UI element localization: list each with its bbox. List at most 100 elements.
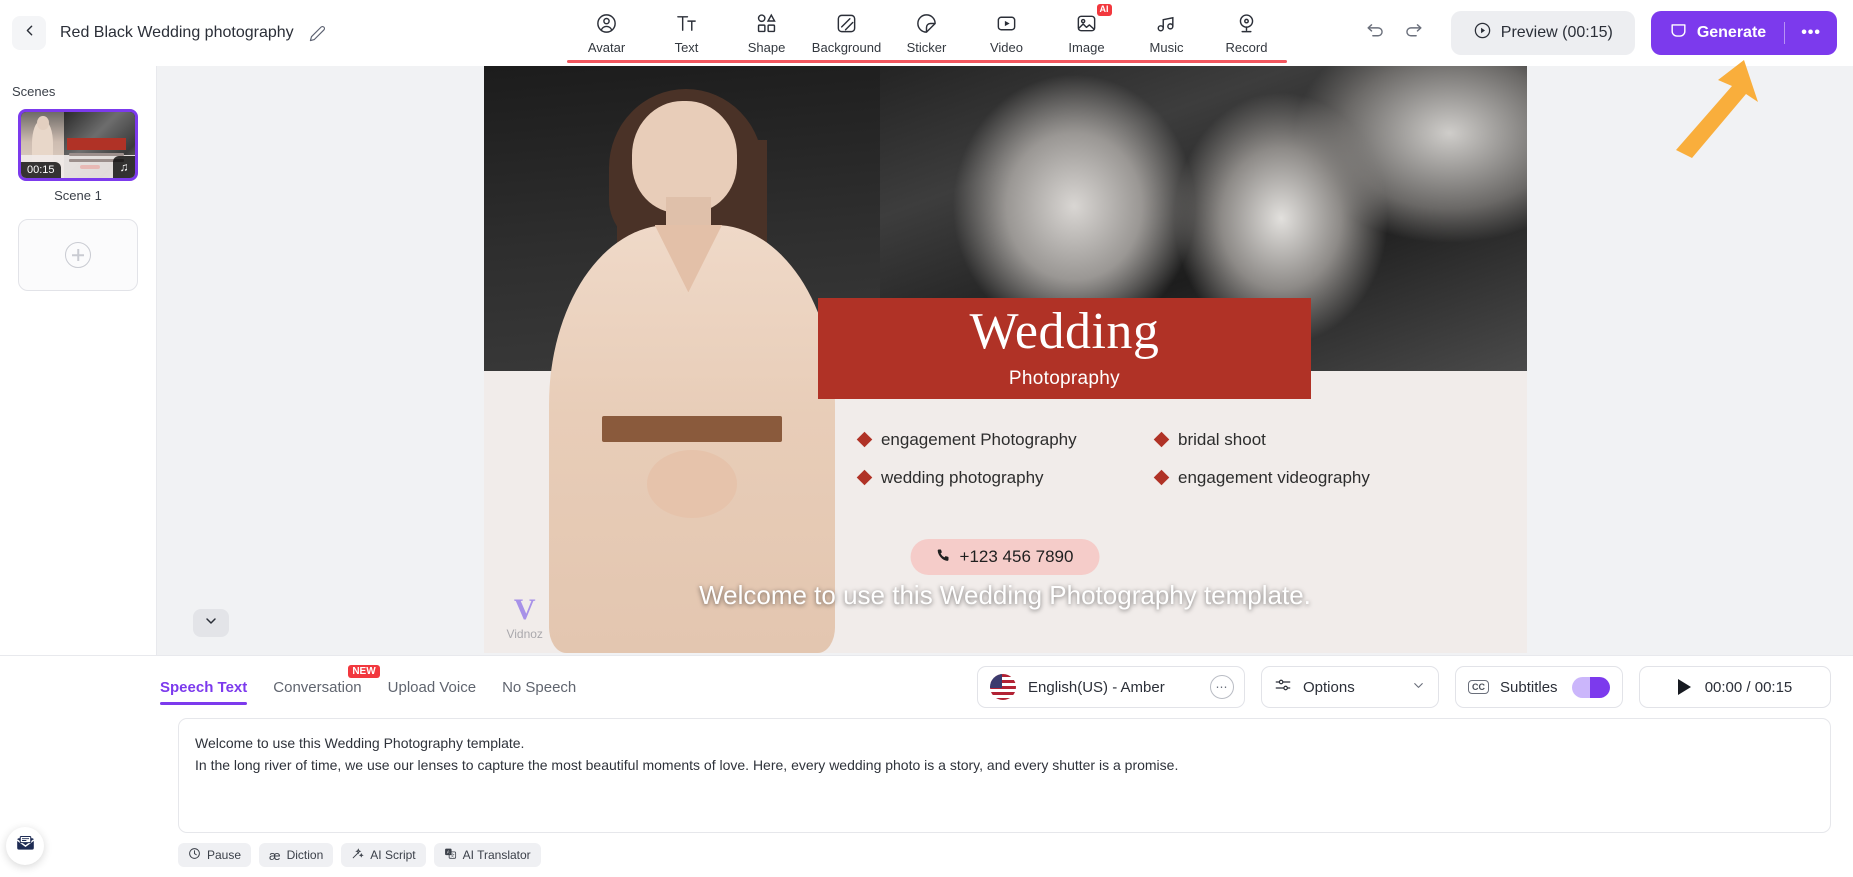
play-icon[interactable] <box>1677 679 1691 695</box>
tool-sticker[interactable]: Sticker <box>887 4 967 66</box>
video-canvas[interactable]: Wedding Photopraphy engagement Photograp… <box>483 66 1527 653</box>
scene-thumbnail-1[interactable]: 00:15 ♫ <box>18 109 138 181</box>
sliders-icon <box>1274 676 1292 698</box>
scenes-title: Scenes <box>12 84 56 99</box>
canvas-phone-number: +123 456 7890 <box>959 546 1074 566</box>
redo-button[interactable] <box>1395 14 1433 52</box>
service-label: engagement videography <box>1178 467 1370 487</box>
generate-main[interactable]: Generate <box>1651 11 1784 55</box>
subtitles-toggle-row[interactable]: CC Subtitles <box>1455 666 1623 708</box>
tool-label: Avatar <box>587 40 626 55</box>
chip-label: AI Translator <box>462 848 531 862</box>
watermark-label: Vidnoz <box>506 627 543 642</box>
speech-panel: Speech Text Conversation NEW Upload Voic… <box>0 655 1853 877</box>
page-title: Red Black Wedding photography <box>60 24 294 41</box>
service-item[interactable]: bridal shoot <box>1153 429 1443 450</box>
canvas-area: Wedding Photopraphy engagement Photograp… <box>157 66 1853 655</box>
canvas-phone-pill[interactable]: +123 456 7890 <box>910 538 1100 575</box>
phone-icon <box>937 547 951 567</box>
canvas-title-banner[interactable]: Wedding Photopraphy <box>818 297 1311 399</box>
vidnoz-logo-icon: V <box>513 593 536 627</box>
phonetic-icon: æ <box>269 847 281 863</box>
chip-label: Pause <box>207 848 242 862</box>
tool-shape[interactable]: Shape <box>727 4 807 66</box>
ai-script-chip[interactable]: AI Script <box>341 843 426 867</box>
svg-text:文: 文 <box>450 852 455 859</box>
chip-label: AI Script <box>370 848 416 862</box>
tool-label: Record <box>1225 40 1268 55</box>
vidnoz-watermark: V Vidnoz <box>506 593 543 642</box>
preview-button[interactable]: Preview (00:15) <box>1450 11 1635 55</box>
diamond-bullet-icon <box>1153 470 1170 486</box>
undo-icon <box>1365 20 1386 46</box>
more-dots-icon[interactable]: ⋯ <box>1210 675 1234 699</box>
sticker-icon <box>915 10 938 36</box>
service-label: bridal shoot <box>1178 429 1266 449</box>
service-item[interactable]: engagement videography <box>1153 467 1443 488</box>
undo-button[interactable] <box>1357 14 1395 52</box>
new-badge: NEW <box>348 664 380 678</box>
voice-selector[interactable]: English(US) - Amber ⋯ <box>977 666 1245 708</box>
tool-background[interactable]: Background <box>807 4 887 66</box>
tool-music[interactable]: Music <box>1127 4 1207 66</box>
magic-wand-icon <box>351 847 364 863</box>
tab-upload-voice[interactable]: Upload Voice <box>388 667 476 708</box>
pause-chip[interactable]: Pause <box>178 843 252 867</box>
options-label: Options <box>1303 678 1355 696</box>
record-icon <box>1235 10 1258 36</box>
voice-name-label: English(US) - Amber <box>1028 678 1165 696</box>
tool-record[interactable]: Record <box>1207 4 1287 66</box>
script-line-2: In the long river of time, we use our le… <box>195 756 1179 773</box>
service-item[interactable]: wedding photography <box>856 467 1146 488</box>
tab-label: Conversation <box>273 678 362 696</box>
service-item[interactable]: engagement Photography <box>856 430 1146 450</box>
generate-label: Generate <box>1696 24 1767 41</box>
avatar-icon <box>595 10 618 36</box>
canvas-subtitle: Welcome to use this Wedding Photography … <box>699 579 1311 610</box>
speech-panel-header: Speech Text Conversation NEW Upload Voic… <box>0 656 1853 718</box>
tools-active-underline <box>566 60 1287 63</box>
tool-label: Video <box>989 40 1023 55</box>
add-scene-button[interactable] <box>18 219 138 291</box>
scene-label-1: Scene 1 <box>54 188 102 203</box>
subtitles-toggle[interactable] <box>1572 676 1610 698</box>
diamond-bullet-icon <box>856 432 873 448</box>
options-dropdown[interactable]: Options <box>1261 666 1439 708</box>
top-bar: Red Black Wedding photography Avatar Tex… <box>0 0 1853 66</box>
feedback-button[interactable] <box>6 827 44 865</box>
tab-no-speech[interactable]: No Speech <box>502 667 576 708</box>
tool-bar: Avatar Text Shape Background Sticker Vid… <box>566 0 1287 66</box>
tool-video[interactable]: Video <box>967 4 1047 66</box>
canvas-banner-title: Wedding <box>969 303 1160 361</box>
scene-preview-banner <box>66 138 126 150</box>
tool-label: Shape <box>747 40 786 55</box>
generate-button[interactable]: Generate ••• <box>1650 11 1837 55</box>
back-button[interactable] <box>12 16 46 50</box>
playback-time: 00:00 / 00:15 <box>1704 678 1793 696</box>
tool-avatar[interactable]: Avatar <box>567 4 647 66</box>
clock-icon <box>188 847 201 863</box>
script-textarea[interactable]: Welcome to use this Wedding Photography … <box>178 718 1831 833</box>
chevron-left-icon <box>21 22 38 44</box>
app-root: Red Black Wedding photography Avatar Tex… <box>0 0 1853 877</box>
background-icon <box>835 10 858 36</box>
tool-text[interactable]: Text <box>647 4 727 66</box>
us-flag-icon <box>990 674 1016 700</box>
tool-label: Image <box>1068 40 1105 55</box>
collapse-panel-button[interactable] <box>193 609 229 637</box>
canvas-banner-subtitle: Photopraphy <box>1008 368 1120 390</box>
ai-translator-chip[interactable]: A文 AI Translator <box>433 843 541 867</box>
generate-more-button[interactable]: ••• <box>1785 11 1837 55</box>
diction-chip[interactable]: æ Diction <box>259 843 334 867</box>
tool-label: Sticker <box>906 40 947 55</box>
tab-speech-text[interactable]: Speech Text <box>160 667 248 708</box>
speech-panel-controls: English(US) - Amber ⋯ Options CC Subtitl… <box>977 666 1831 708</box>
tab-conversation[interactable]: Conversation NEW <box>273 664 380 708</box>
service-label: wedding photography <box>880 467 1044 487</box>
chip-label: Diction <box>286 848 324 862</box>
tab-label: Speech Text <box>160 678 248 696</box>
playback-control[interactable]: 00:00 / 00:15 <box>1639 666 1831 708</box>
pencil-icon[interactable] <box>308 23 328 43</box>
chevron-down-icon <box>203 613 219 634</box>
tool-image[interactable]: AI Image <box>1047 4 1127 66</box>
